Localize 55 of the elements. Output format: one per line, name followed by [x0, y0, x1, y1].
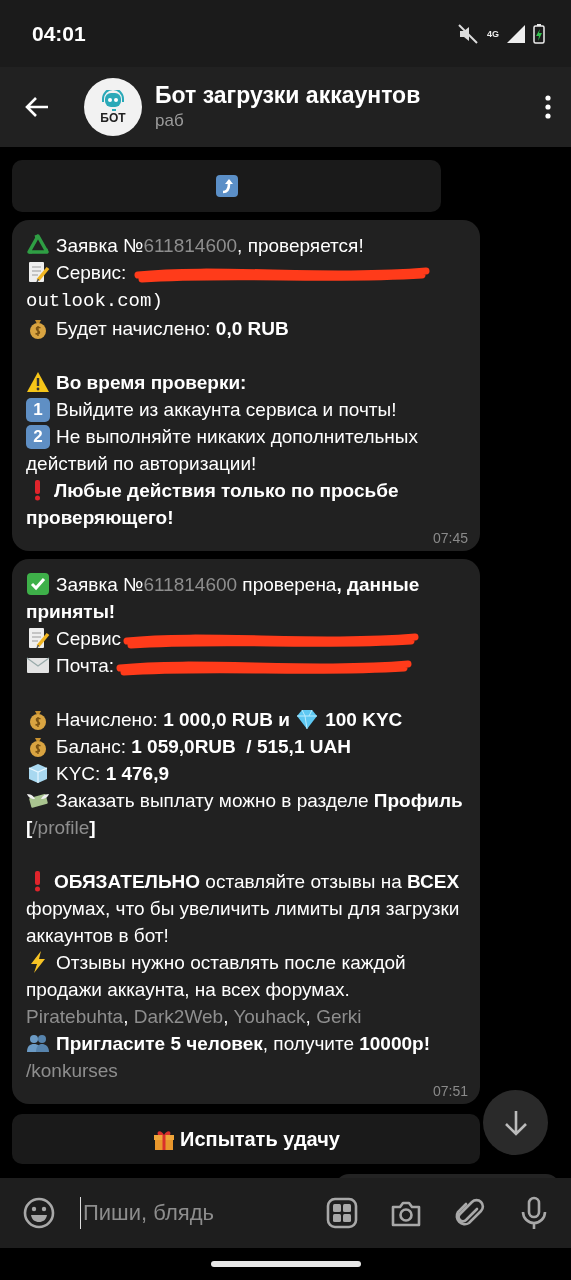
message-text: 2 Не выполняйте никаких дополнительных действий по авторизации!: [26, 424, 420, 476]
message-text: Заказать выплату можно в разделе Профиль [/profile]: [26, 787, 464, 840]
link[interactable]: /profile: [32, 817, 90, 838]
keycap-number: 1: [26, 398, 50, 422]
keyboard-button[interactable]: [12, 160, 441, 212]
memo-icon: [26, 626, 50, 650]
message-text: Во время проверки:: [26, 369, 468, 396]
link[interactable]: /konkurses: [26, 1057, 118, 1084]
exclamation-icon: [35, 478, 40, 502]
message-text: Любые действия только по просьбе проверяющего!: [26, 477, 400, 530]
status-time: 04:01: [32, 21, 87, 46]
message-text: 1 Выйдите из аккаунта сервиса и почты!: [26, 396, 468, 423]
message-text: Пригласите 5 человек, получите 10000р!: [26, 1030, 468, 1057]
link[interactable]: 611814600: [143, 574, 238, 595]
grid-icon[interactable]: [325, 1196, 359, 1230]
message-text: ОБЯЗАТЕЛЬНО оставляйте отзывы на ВСЕХ форумах, что бы увеличить лимиты для загрузки аккаунтов в бот!: [26, 868, 461, 948]
message-text: Почта:: [26, 652, 468, 679]
link[interactable]: Gerki: [316, 1006, 362, 1027]
chat-title: Бот загрузки аккаунтов: [155, 81, 422, 109]
message-text: Piratebuhta, Dark2Web, Youhack, Gerki: [26, 1005, 363, 1029]
recycle-icon: [26, 233, 50, 257]
diamond-icon: [295, 707, 320, 731]
message-text: Отзывы нужно оставлять после каждой продажи аккаунта, на всех форумах.: [26, 949, 407, 1002]
message-text: Баланс: 1 059,0RUB / 515,1 UAH: [26, 733, 468, 760]
down-arrow-icon: [502, 1108, 529, 1137]
link[interactable]: Youhack: [233, 1006, 306, 1027]
message-text: KYC: 1 476,9: [26, 760, 468, 787]
exclamation-icon: [35, 869, 40, 893]
message-time: 07:45: [432, 531, 468, 546]
signal-icon: [507, 24, 525, 43]
message-text: Сервис: outlook.com): [26, 259, 468, 315]
message-text: Будет начислено: 0,0 RUB: [26, 315, 468, 342]
keycap-number: 2: [26, 425, 50, 449]
avatar-label: БОТ: [100, 111, 126, 125]
chat-subtitle: раб: [155, 110, 185, 132]
mute-icon: [457, 23, 479, 44]
message-input[interactable]: Пиши, блядь: [80, 1197, 295, 1229]
battery-icon: [533, 23, 545, 44]
message-text: Сервис: [26, 625, 468, 652]
message-text: Заявка №611814600, проверяется!: [26, 232, 468, 259]
check-icon: [26, 572, 50, 596]
ice-cube-icon: [26, 761, 50, 785]
message-text: Начислено: 1 000,0 RUB и 100 KYC: [26, 706, 468, 733]
network-label: 4G: [487, 28, 499, 39]
link[interactable]: Dark2Web: [133, 1006, 224, 1027]
warning-icon: [26, 370, 50, 394]
link[interactable]: Piratebuhta: [26, 1006, 124, 1027]
memo-icon: [26, 260, 50, 284]
keyboard-button[interactable]: Испытать удачу: [12, 1114, 480, 1164]
message-text: Заявка №611814600 проверена, данные приняты!: [26, 571, 421, 624]
robot-icon: [100, 89, 126, 112]
message-time: 07:51: [432, 1084, 468, 1099]
link[interactable]: 611814600: [143, 235, 238, 256]
menu-icon[interactable]: [543, 94, 553, 120]
emoji-icon[interactable]: [22, 1196, 56, 1230]
